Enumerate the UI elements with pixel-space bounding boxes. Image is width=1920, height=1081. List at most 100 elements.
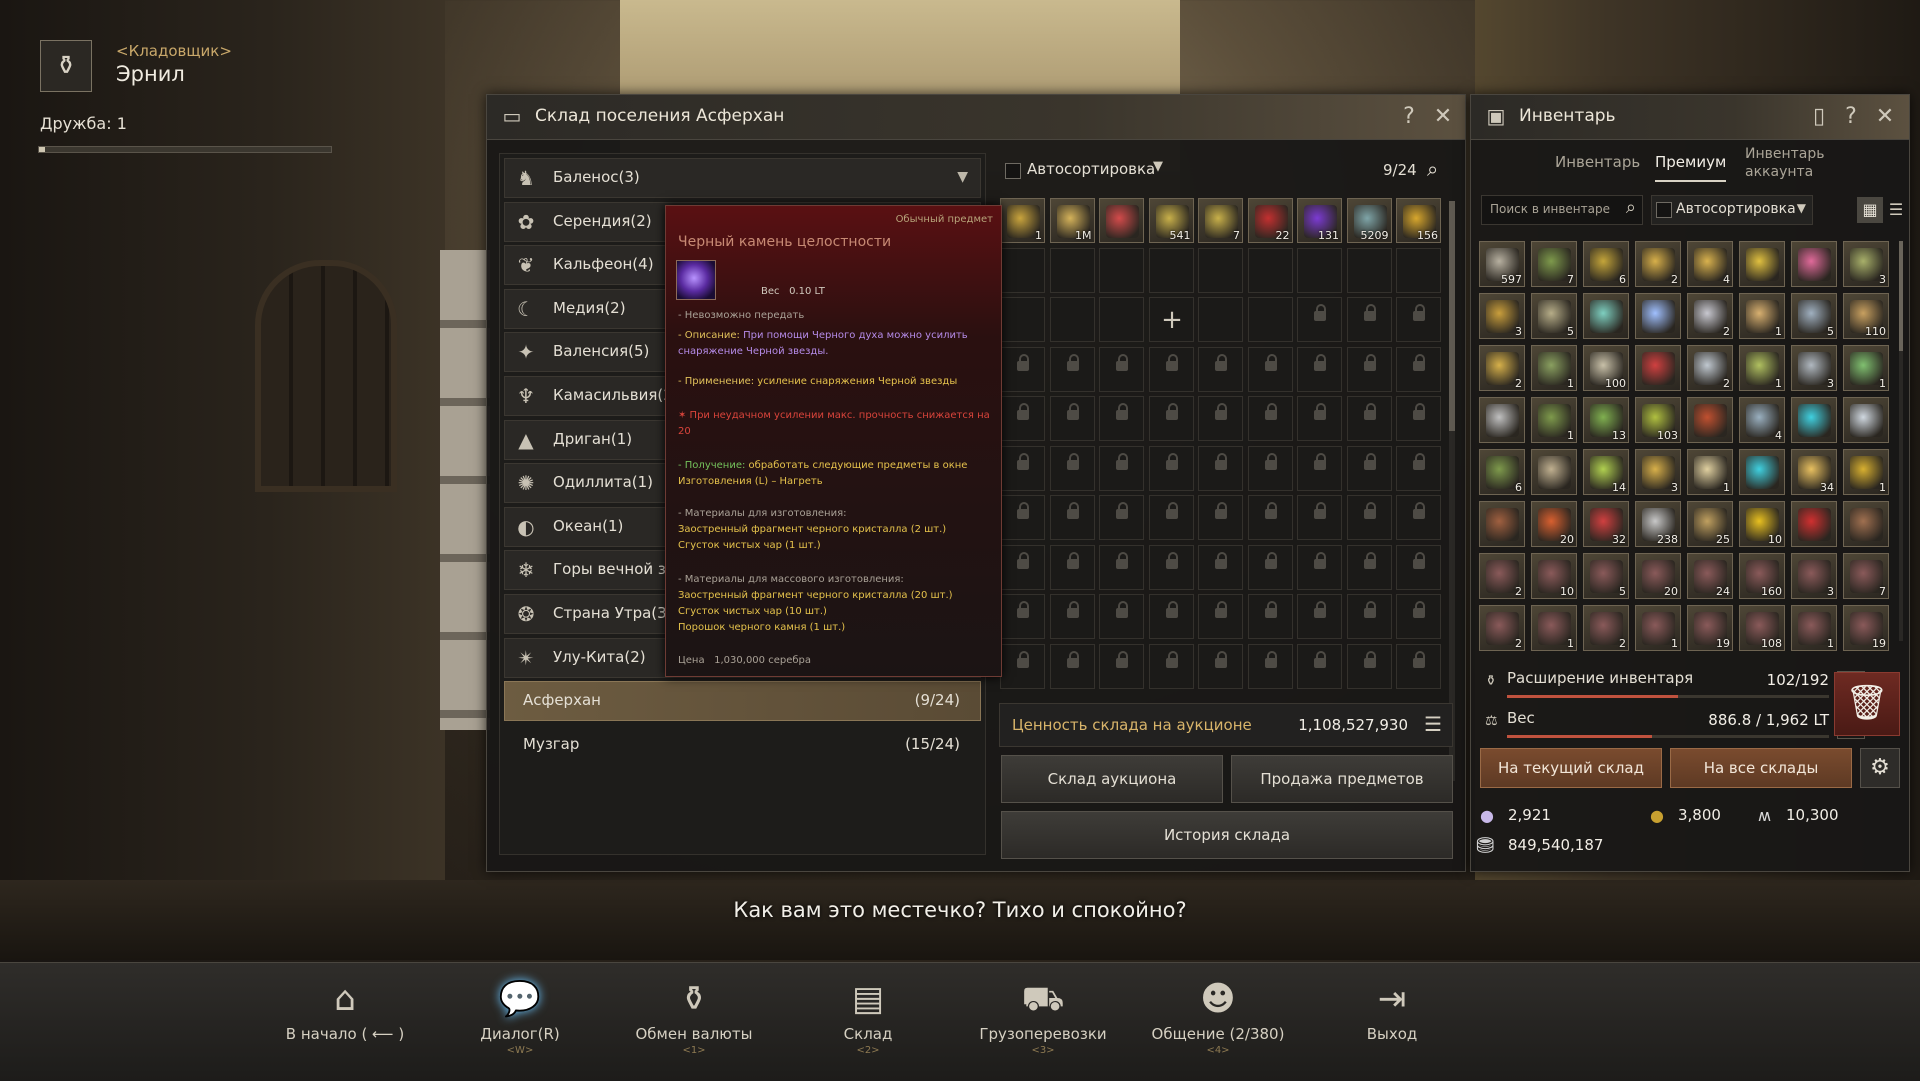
- warehouse-scrollbar[interactable]: [1449, 201, 1455, 781]
- inventory-item-slot[interactable]: 2: [1479, 345, 1525, 391]
- inventory-scrollbar[interactable]: [1899, 241, 1903, 641]
- exchange-action-button[interactable]: ⚱ Обмен валюты <1>: [609, 977, 779, 1073]
- inventory-item-slot[interactable]: 5: [1583, 553, 1629, 599]
- inventory-title-bar[interactable]: ▣ Инвентарь ▯ ? ✕: [1471, 95, 1909, 140]
- region-item[interactable]: ♞ Баленос(3) ▼: [504, 158, 981, 198]
- inventory-item-slot[interactable]: [1479, 397, 1525, 443]
- inventory-item-slot[interactable]: [1791, 397, 1837, 443]
- inventory-item-slot[interactable]: 6: [1479, 449, 1525, 495]
- warehouse-item-slot[interactable]: 1M: [1049, 198, 1095, 243]
- inventory-scroll-thumb[interactable]: [1899, 241, 1903, 351]
- auction-storage-button[interactable]: Склад аукциона: [1001, 755, 1223, 803]
- inventory-item-slot[interactable]: 34: [1791, 449, 1837, 495]
- inventory-item-slot[interactable]: 1: [1687, 449, 1733, 495]
- warehouse-empty-slot[interactable]: [1000, 247, 1045, 293]
- to-all-storages-button[interactable]: На все склады: [1670, 748, 1852, 788]
- inventory-item-slot[interactable]: 108: [1739, 605, 1785, 651]
- warehouse-help-button[interactable]: ?: [1395, 103, 1423, 131]
- inventory-item-slot[interactable]: 2: [1479, 553, 1525, 599]
- inventory-autosort-dropdown[interactable]: Автосортировка ▼: [1651, 195, 1813, 225]
- warehouse-search-icon[interactable]: ⌕: [1427, 157, 1438, 181]
- warehouse-close-button[interactable]: ✕: [1429, 103, 1457, 131]
- inventory-item-slot[interactable]: 1: [1635, 605, 1681, 651]
- inventory-autosort-checkbox[interactable]: [1656, 202, 1672, 218]
- warehouse-empty-slot[interactable]: +: [1148, 297, 1195, 343]
- inventory-item-slot[interactable]: 5: [1791, 293, 1837, 339]
- inventory-item-slot[interactable]: [1583, 293, 1629, 339]
- inventory-item-slot[interactable]: 2: [1583, 605, 1629, 651]
- inventory-close-button[interactable]: ✕: [1871, 103, 1899, 131]
- warehouse-empty-slot[interactable]: [1247, 247, 1293, 293]
- inventory-item-slot[interactable]: 103: [1635, 397, 1681, 443]
- warehouse-empty-slot[interactable]: [1198, 297, 1243, 342]
- inventory-item-slot[interactable]: 1: [1531, 605, 1577, 651]
- chevron-down-icon[interactable]: ▼: [957, 169, 968, 185]
- tab-account-inventory[interactable]: Инвентарь аккаунта: [1745, 145, 1855, 181]
- warehouse-item-slot[interactable]: 1: [1000, 198, 1045, 243]
- tab-inventory[interactable]: Инвентарь: [1555, 153, 1640, 171]
- inventory-item-slot[interactable]: 7: [1843, 553, 1889, 599]
- inventory-item-slot[interactable]: 100: [1583, 345, 1629, 391]
- warehouse-empty-slot[interactable]: [1049, 297, 1095, 342]
- inventory-item-slot[interactable]: 25: [1687, 501, 1733, 547]
- trash-icon[interactable]: 🗑: [1834, 672, 1900, 736]
- tab-premium[interactable]: Премиум: [1655, 153, 1727, 182]
- inventory-item-slot[interactable]: [1739, 241, 1785, 287]
- exit-action-button[interactable]: ⇥ Выход: [1307, 977, 1477, 1073]
- inventory-item-slot[interactable]: [1843, 501, 1889, 547]
- storage-action-button[interactable]: ▤ Склад <2>: [783, 977, 953, 1073]
- inventory-item-slot[interactable]: 1: [1791, 605, 1837, 651]
- inventory-item-slot[interactable]: 20: [1635, 553, 1681, 599]
- inventory-item-slot[interactable]: [1843, 397, 1889, 443]
- inventory-item-slot[interactable]: 5: [1531, 293, 1577, 339]
- warehouse-empty-slot[interactable]: [1099, 297, 1144, 342]
- inventory-item-slot[interactable]: 1: [1531, 345, 1577, 391]
- inventory-item-slot[interactable]: [1791, 501, 1837, 547]
- inventory-item-slot[interactable]: 3: [1791, 345, 1837, 391]
- warehouse-empty-slot[interactable]: [1346, 247, 1392, 293]
- add-slot-plus-icon[interactable]: +: [1150, 298, 1195, 343]
- inventory-item-slot[interactable]: 6: [1583, 241, 1629, 287]
- inventory-item-slot[interactable]: 1: [1739, 345, 1785, 391]
- town-item-selected[interactable]: Асферхан (9/24): [504, 681, 981, 722]
- warehouse-empty-slot[interactable]: [1198, 247, 1243, 293]
- inventory-item-slot[interactable]: 10: [1531, 553, 1577, 599]
- warehouse-empty-slot[interactable]: [1396, 247, 1441, 293]
- inventory-item-slot[interactable]: 238: [1635, 501, 1681, 547]
- warehouse-empty-slot[interactable]: [1049, 247, 1095, 293]
- inventory-item-slot[interactable]: [1687, 397, 1733, 443]
- inventory-item-slot[interactable]: 3: [1479, 293, 1525, 339]
- inventory-search-icon[interactable]: ⌕: [1626, 197, 1636, 218]
- inventory-item-slot[interactable]: 10: [1739, 501, 1785, 547]
- dialog-action-button[interactable]: 💬 Диалог(R) <W>: [435, 977, 605, 1073]
- sell-items-button[interactable]: Продажа предметов: [1231, 755, 1453, 803]
- warehouse-empty-slot[interactable]: [1099, 247, 1144, 293]
- inventory-item-slot[interactable]: 1: [1843, 345, 1889, 391]
- inventory-item-slot[interactable]: 160: [1739, 553, 1785, 599]
- warehouse-item-slot[interactable]: 541: [1148, 198, 1194, 243]
- home-action-button[interactable]: ⌂ В начало ( ⟵ ): [260, 977, 430, 1073]
- warehouse-title-bar[interactable]: ▭ Склад поселения Асферхан ? ✕: [487, 95, 1465, 140]
- grid-view-icon[interactable]: ▦: [1857, 197, 1883, 223]
- inventory-item-slot[interactable]: 1: [1843, 449, 1889, 495]
- inventory-item-slot[interactable]: 110: [1843, 293, 1889, 339]
- inventory-help-button[interactable]: ?: [1837, 103, 1865, 131]
- inventory-item-slot[interactable]: 3: [1791, 553, 1837, 599]
- warehouse-scroll-thumb[interactable]: [1449, 201, 1455, 431]
- social-action-button[interactable]: ☻ Общение (2/380) <4>: [1133, 977, 1303, 1073]
- inventory-item-slot[interactable]: 1: [1739, 293, 1785, 339]
- warehouse-item-slot[interactable]: 22: [1247, 198, 1293, 243]
- inventory-item-slot[interactable]: 24: [1687, 553, 1733, 599]
- inventory-search-input[interactable]: Поиск в инвентаре ⌕: [1481, 195, 1643, 225]
- warehouse-item-slot[interactable]: 156: [1396, 198, 1441, 243]
- inventory-item-slot[interactable]: [1635, 293, 1681, 339]
- inventory-item-slot[interactable]: 2: [1687, 293, 1733, 339]
- inventory-item-slot[interactable]: 4: [1739, 397, 1785, 443]
- inventory-item-slot[interactable]: 19: [1843, 605, 1889, 651]
- gear-icon[interactable]: ⚙: [1860, 748, 1900, 788]
- inventory-item-slot[interactable]: 14: [1583, 449, 1629, 495]
- transport-action-button[interactable]: ⛟ Грузоперевозки <3>: [958, 977, 1128, 1073]
- warehouse-empty-slot[interactable]: [1297, 247, 1342, 293]
- inventory-item-slot[interactable]: 2: [1687, 345, 1733, 391]
- inventory-item-slot[interactable]: 1: [1531, 397, 1577, 443]
